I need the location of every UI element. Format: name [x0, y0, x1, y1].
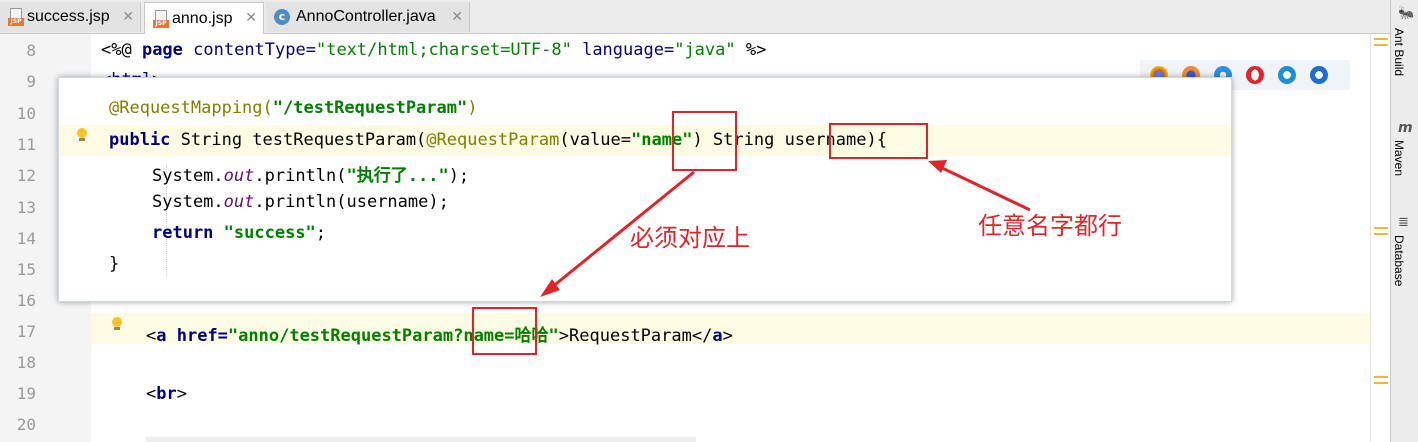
arrow-any-name — [937, 164, 1031, 212]
annotation-any-name: 任意名字都行 — [978, 212, 1122, 240]
annotation-must-match: 必须对应上 — [630, 224, 750, 252]
arrow-head — [928, 160, 947, 173]
